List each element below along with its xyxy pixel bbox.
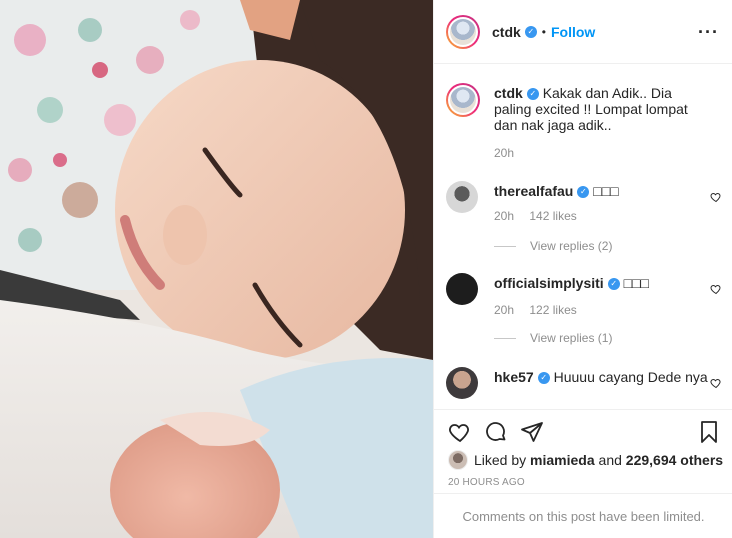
follow-button[interactable]: Follow bbox=[551, 24, 595, 40]
view-replies-label: View replies (1) bbox=[530, 331, 613, 345]
verified-badge-icon: ✓ bbox=[537, 372, 550, 385]
caption-item: ctdk ✓ Kakak dan Adik.. Dia paling excite… bbox=[446, 83, 726, 173]
comment-item: therealfafau ✓ □□□ 20h 142 likes View rep… bbox=[446, 181, 726, 261]
replies-divider bbox=[494, 337, 516, 339]
comment-like-heart-icon[interactable] bbox=[710, 191, 722, 203]
comments-limited-notice: Comments on this post have been limited. bbox=[434, 493, 732, 538]
avatar-image bbox=[450, 87, 476, 113]
commenter-avatar[interactable] bbox=[446, 273, 478, 305]
comment-meta: 20h 142 likes bbox=[494, 209, 589, 223]
verified-badge-icon: ✓ bbox=[577, 186, 590, 199]
comment-text: □□□ bbox=[593, 183, 619, 199]
view-replies-label: View replies (2) bbox=[530, 239, 613, 253]
separator-dot: • bbox=[541, 24, 546, 39]
comment-body: hke57 ✓ Huuuu cayang Dede nya bbox=[494, 369, 709, 385]
ellipsis-icon[interactable]: ··· bbox=[698, 23, 719, 41]
caption-time[interactable]: 20h bbox=[494, 146, 514, 160]
author-avatar[interactable] bbox=[446, 14, 480, 49]
avatar-image bbox=[450, 18, 476, 45]
comment-body: officialsimplysiti ✓ □□□ bbox=[494, 275, 709, 291]
comment-item: hke57 ✓ Huuuu cayang Dede nya bbox=[446, 367, 726, 409]
comment-like-heart-icon[interactable] bbox=[710, 283, 722, 295]
comments-list[interactable]: ctdk ✓ Kakak dan Adik.. Dia paling excite… bbox=[434, 65, 732, 409]
bookmark-icon[interactable] bbox=[697, 420, 721, 444]
post-header: ctdk ✓ • Follow ··· bbox=[434, 0, 732, 64]
comment-username[interactable]: hke57 bbox=[494, 369, 534, 385]
liked-by-and: and bbox=[598, 452, 622, 468]
verified-badge-icon: ✓ bbox=[524, 25, 537, 38]
comment-body: therealfafau ✓ □□□ bbox=[494, 183, 709, 199]
comment-username[interactable]: officialsimplysiti bbox=[494, 275, 604, 291]
view-replies-button[interactable]: View replies (2) bbox=[494, 239, 612, 253]
liker-avatar[interactable] bbox=[448, 450, 468, 470]
view-replies-button[interactable]: View replies (1) bbox=[494, 331, 612, 345]
avatar-inner bbox=[448, 85, 478, 115]
caption-avatar[interactable] bbox=[446, 83, 480, 117]
comment-username[interactable]: therealfafau bbox=[494, 183, 573, 199]
paper-plane-icon[interactable] bbox=[520, 420, 544, 444]
comment-item: officialsimplysiti ✓ □□□ 20h 122 likes Vi… bbox=[446, 273, 726, 353]
comment-text: Huuuu cayang Dede nya bbox=[553, 369, 708, 385]
comment-time[interactable]: 20h bbox=[494, 303, 514, 317]
comment-time[interactable]: 20h bbox=[494, 209, 514, 223]
post-timestamp[interactable]: 20 HOURS AGO bbox=[448, 477, 525, 488]
replies-divider bbox=[494, 245, 516, 247]
caption-meta: 20h bbox=[494, 146, 526, 160]
liker-username[interactable]: miamieda bbox=[530, 452, 595, 468]
verified-badge-icon: ✓ bbox=[607, 278, 620, 291]
commenter-avatar[interactable] bbox=[446, 367, 478, 399]
comment-text: □□□ bbox=[623, 275, 649, 291]
comment-like-heart-icon[interactable] bbox=[710, 377, 722, 389]
photo-sleeping-children bbox=[0, 0, 433, 538]
likes-summary: Liked by miamieda and 229,694 others bbox=[448, 450, 723, 470]
commenter-avatar[interactable] bbox=[446, 181, 478, 213]
liked-by-prefix: Liked by bbox=[474, 452, 527, 468]
action-icons bbox=[448, 420, 544, 444]
caption-body: ctdk ✓ Kakak dan Adik.. Dia paling excite… bbox=[494, 85, 709, 133]
instagram-post-view: ctdk ✓ • Follow ··· ctdk ✓ Kakak dan Adik… bbox=[0, 0, 732, 538]
post-photo[interactable] bbox=[0, 0, 433, 538]
comment-meta: 20h 122 likes bbox=[494, 303, 589, 317]
likes-count[interactable]: 229,694 others bbox=[626, 452, 723, 468]
avatar-inner bbox=[448, 16, 478, 47]
post-side-panel: ctdk ✓ • Follow ··· ctdk ✓ Kakak dan Adik… bbox=[433, 0, 732, 538]
comment-bubble-icon[interactable] bbox=[484, 420, 508, 444]
post-actions: Liked by miamieda and 229,694 others 20 … bbox=[434, 409, 732, 488]
author-username[interactable]: ctdk bbox=[492, 24, 521, 40]
caption-text: Kakak dan Adik.. Dia paling excited !! L… bbox=[494, 85, 688, 133]
verified-badge-icon: ✓ bbox=[526, 88, 539, 101]
comment-likes[interactable]: 142 likes bbox=[529, 209, 576, 223]
caption-username[interactable]: ctdk bbox=[494, 85, 523, 101]
heart-icon[interactable] bbox=[448, 420, 472, 444]
comment-likes[interactable]: 122 likes bbox=[529, 303, 576, 317]
